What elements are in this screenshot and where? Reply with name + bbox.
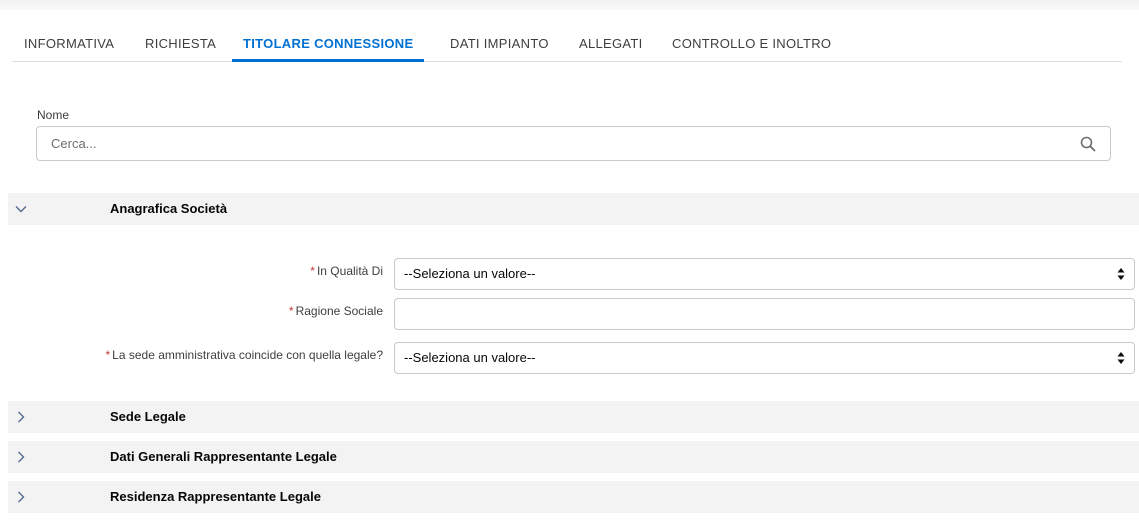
sede-coincide-select[interactable]: --Seleziona un valore-- xyxy=(394,342,1135,374)
section-title: Dati Generali Rappresentante Legale xyxy=(110,449,337,464)
required-marker: * xyxy=(105,348,111,362)
tab-titolare-connessione[interactable]: TITOLARE CONNESSIONE xyxy=(232,30,425,62)
section-title: Residenza Rappresentante Legale xyxy=(110,489,321,504)
section-anagrafica-societa[interactable]: Anagrafica Società xyxy=(8,193,1139,225)
search-icon[interactable] xyxy=(1080,136,1096,152)
nome-search-box xyxy=(36,126,1111,161)
select-value: --Seleziona un valore-- xyxy=(404,350,536,365)
tab-controllo-e-inoltro[interactable]: CONTROLLO E INOLTRO xyxy=(672,30,831,62)
sede-coincide-label: * La sede amministrativa coincide con que… xyxy=(105,348,384,362)
chevron-right-icon xyxy=(18,411,25,423)
chevron-down-icon xyxy=(15,206,27,213)
ragione-sociale-label: * Ragione Sociale xyxy=(288,304,383,318)
in-qualita-di-label: * In Qualità Di xyxy=(310,264,383,278)
required-marker: * xyxy=(288,304,294,318)
section-residenza-rappresentante-legale[interactable]: Residenza Rappresentante Legale xyxy=(8,481,1139,513)
in-qualita-di-select[interactable]: --Seleziona un valore-- xyxy=(394,258,1135,290)
section-sede-legale[interactable]: Sede Legale xyxy=(8,401,1139,433)
chevron-right-icon xyxy=(18,451,25,463)
nome-label: Nome xyxy=(37,108,70,122)
top-shadow xyxy=(0,0,1139,10)
nome-search-input[interactable] xyxy=(51,127,1051,160)
chevron-right-icon xyxy=(18,491,25,503)
select-arrows-icon xyxy=(1117,268,1125,280)
ragione-sociale-input[interactable] xyxy=(394,298,1135,330)
select-arrows-icon xyxy=(1117,352,1125,364)
select-value: --Seleziona un valore-- xyxy=(404,266,536,281)
tab-allegati[interactable]: ALLEGATI xyxy=(579,30,643,62)
tab-richiesta[interactable]: RICHIESTA xyxy=(145,30,216,62)
tab-dati-impianto[interactable]: DATI IMPIANTO xyxy=(450,30,549,62)
required-marker: * xyxy=(310,264,315,278)
tab-informativa[interactable]: INFORMATIVA xyxy=(24,30,114,62)
section-dati-generali-rappresentante-legale[interactable]: Dati Generali Rappresentante Legale xyxy=(8,441,1139,473)
section-title: Anagrafica Società xyxy=(110,201,228,216)
section-title: Sede Legale xyxy=(110,409,186,424)
tab-bar: INFORMATIVA RICHIESTA TITOLARE CONNESSIO… xyxy=(12,30,1122,62)
